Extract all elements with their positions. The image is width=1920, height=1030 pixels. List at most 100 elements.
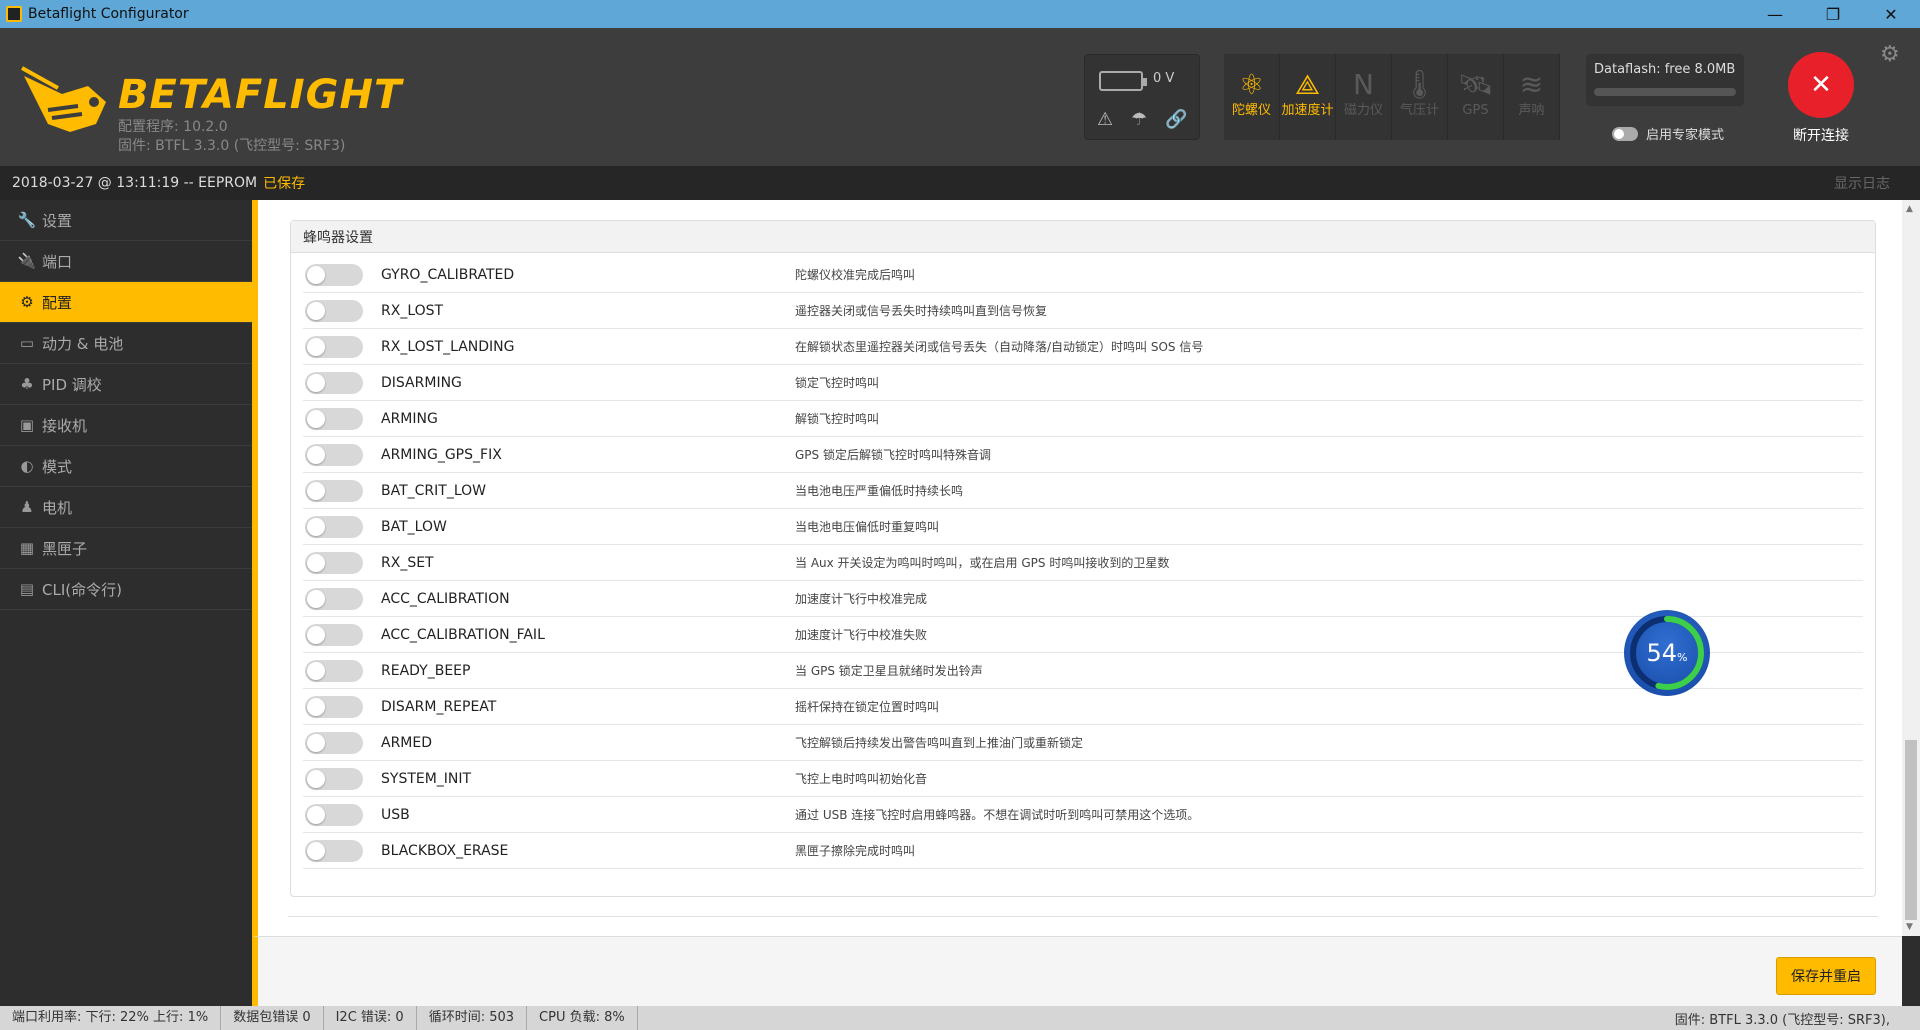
gauge-unit: % <box>1677 650 1688 664</box>
beeper-row: DISARMING 锁定飞控时鸣叫 <box>303 365 1863 401</box>
sidebar-item-cli[interactable]: ▤ CLI(命令行) <box>0 569 252 610</box>
gauge-value: 54 <box>1646 639 1678 667</box>
expert-mode-label: 启用专家模式 <box>1646 128 1725 143</box>
cli-icon: ▤ <box>19 580 35 598</box>
beeper-description: 黑匣子擦除完成时鸣叫 <box>795 844 916 858</box>
sidebar-item-blackbox[interactable]: ▦ 黑匣子 <box>0 528 252 569</box>
beeper-name: READY_BEEP <box>381 662 471 679</box>
minimize-button[interactable]: — <box>1746 0 1804 28</box>
beeper-description: GPS 锁定后解锁飞控时鸣叫特殊音调 <box>795 448 991 462</box>
beeper-description: 遥控器关闭或信号丢失时持续鸣叫直到信号恢复 <box>795 304 1048 318</box>
scrollbar[interactable]: ▲ ▼ <box>1902 200 1920 936</box>
pid-icon: ♣ <box>20 375 34 393</box>
status-line: 2018-03-27 @ 13:11:19 -- EEPROM 已保存 显示日志 <box>0 166 1920 200</box>
sensor-sonar: ≋ 声呐 <box>1504 54 1560 140</box>
beeper-toggle[interactable] <box>305 263 363 286</box>
i2c-errors: I2C 错误: 0 <box>324 1006 417 1030</box>
divider <box>288 916 1878 917</box>
disconnect-button[interactable]: 断开连接 <box>1756 125 1886 145</box>
dataflash-panel: Dataflash: free 8.0MB <box>1586 54 1744 106</box>
save-reboot-button[interactable]: 保存并重启 <box>1776 957 1876 995</box>
sidebar-item-pid[interactable]: ♣ PID 调校 <box>0 364 252 405</box>
beeper-toggle[interactable] <box>305 407 363 430</box>
beeper-row: BAT_CRIT_LOW 当电池电压严重偏低时持续长鸣 <box>303 473 1863 509</box>
sidebar-item-motors[interactable]: ♟ 电机 <box>0 487 252 528</box>
beeper-name: BAT_LOW <box>381 518 447 535</box>
close-button[interactable]: ✕ <box>1862 0 1920 28</box>
battery-voltage: 0 V <box>1153 71 1175 86</box>
beeper-toggle[interactable] <box>305 731 363 754</box>
scroll-up-icon[interactable]: ▲ <box>1906 204 1913 214</box>
parachute-icon: ☂ <box>1131 109 1148 130</box>
title-bar: Betaflight Configurator — ❐ ✕ <box>0 0 1920 28</box>
toggle-icon: ◐ <box>20 457 34 475</box>
beeper-row: USB 通过 USB 连接飞控时启用蜂鸣器。不想在调试时听到鸣叫可禁用这个选项。 <box>303 797 1863 833</box>
plug-icon: 🔌 <box>17 252 37 270</box>
logo-text: BETAFLIGHT <box>118 72 403 118</box>
beeper-toggle[interactable] <box>305 839 363 862</box>
beeper-name: ACC_CALIBRATION_FAIL <box>381 626 545 643</box>
receiver-icon: ▣ <box>19 416 35 434</box>
sidebar-item-modes[interactable]: ◐ 模式 <box>0 446 252 487</box>
beeper-row: ARMED 飞控解锁后持续发出警告鸣叫直到上推油门或重新锁定 <box>303 725 1863 761</box>
beeper-description: 在解锁状态里遥控器关闭或信号丢失（自动降落/自动锁定）时鸣叫 SOS 信号 <box>795 340 1204 354</box>
beeper-toggle[interactable] <box>305 335 363 358</box>
beeper-name: DISARMING <box>381 374 462 391</box>
maximize-button[interactable]: ❐ <box>1804 0 1862 28</box>
dataflash-label: Dataflash: free 8.0MB <box>1594 62 1736 77</box>
configurator-version: 配置程序: 10.2.0 <box>118 119 228 135</box>
beeper-name: SYSTEM_INIT <box>381 770 472 787</box>
beeper-toggle[interactable] <box>305 551 363 574</box>
usb-disconnect-icon[interactable]: ✕ <box>1788 52 1854 118</box>
beeper-row: RX_LOST 遥控器关闭或信号丢失时持续鸣叫直到信号恢复 <box>303 293 1863 329</box>
eeprom-saved: 已保存 <box>263 176 306 192</box>
beeper-toggle[interactable] <box>305 659 363 682</box>
expert-mode-toggle[interactable] <box>1612 126 1638 141</box>
expert-mode[interactable]: 启用专家模式 <box>1612 124 1724 143</box>
sidebar-item-receiver[interactable]: ▣ 接收机 <box>0 405 252 446</box>
beeper-name: BAT_CRIT_LOW <box>381 482 486 499</box>
firmware-version: 固件: BTFL 3.3.0 (飞控型号: SRF3) <box>118 138 346 154</box>
baro-icon: 🌡 <box>1401 68 1438 101</box>
beeper-description: 解锁飞控时鸣叫 <box>795 412 880 426</box>
warning-icon: ⚠ <box>1097 109 1114 130</box>
cycle-time: 循环时间: 503 <box>417 1006 528 1030</box>
beeper-toggle[interactable] <box>305 803 363 826</box>
scroll-down-icon[interactable]: ▼ <box>1906 922 1913 932</box>
beeper-name: RX_SET <box>381 554 434 571</box>
beeper-toggle[interactable] <box>305 695 363 718</box>
window-title: Betaflight Configurator <box>28 6 189 22</box>
beeper-toggle[interactable] <box>305 623 363 646</box>
beeper-toggle[interactable] <box>305 479 363 502</box>
settings-gear-icon[interactable]: ⚙ <box>1880 42 1900 67</box>
mag-icon: N <box>1353 68 1374 101</box>
show-log-link[interactable]: 显示日志 <box>1834 173 1890 193</box>
betaflight-bee-logo <box>21 66 106 132</box>
accel-icon: ⟁ <box>1295 68 1320 101</box>
beeper-row: ARMING_GPS_FIX GPS 锁定后解锁飞控时鸣叫特殊音调 <box>303 437 1863 473</box>
beeper-toggle[interactable] <box>305 587 363 610</box>
beeper-description: 锁定飞控时鸣叫 <box>795 376 880 390</box>
sidebar-item-configuration[interactable]: ⚙ 配置 <box>0 282 252 323</box>
gear-icon: ⚙ <box>20 293 34 311</box>
beeper-toggle[interactable] <box>305 515 363 538</box>
beeper-row: BLACKBOX_ERASE 黑匣子擦除完成时鸣叫 <box>303 833 1863 869</box>
beeper-toggle[interactable] <box>305 371 363 394</box>
blackbox-icon: ▦ <box>19 539 35 557</box>
beeper-toggle[interactable] <box>305 299 363 322</box>
sensor-accel: ⟁ 加速度计 <box>1280 54 1336 140</box>
beeper-row: RX_SET 当 Aux 开关设定为鸣叫时鸣叫，或在启用 GPS 时鸣叫接收到的卫… <box>303 545 1863 581</box>
sidebar-item-power[interactable]: ▭ 动力 & 电池 <box>0 323 252 364</box>
sidebar-item-ports[interactable]: 🔌 端口 <box>0 241 252 282</box>
beeper-name: USB <box>381 806 410 823</box>
sidebar-item-setup[interactable]: 🔧 设置 <box>0 200 252 241</box>
main-content: 蜂鸣器设置 GYRO_CALIBRATED 陀螺仪校准完成后鸣叫 RX_LOST 遥控… <box>252 200 1902 1006</box>
sensor-mag: N 磁力仪 <box>1336 54 1392 140</box>
beeper-row: BAT_LOW 当电池电压偏低时重复鸣叫 <box>303 509 1863 545</box>
beeper-toggle[interactable] <box>305 767 363 790</box>
beeper-name: ARMING <box>381 410 438 427</box>
scrollbar-thumb[interactable] <box>1905 740 1917 920</box>
beeper-toggle[interactable] <box>305 443 363 466</box>
footer-status: 端口利用率: 下行: 22% 上行: 1% 数据包错误 0 I2C 错误: 0 … <box>0 1006 1920 1030</box>
wrench-icon: 🔧 <box>17 211 37 229</box>
